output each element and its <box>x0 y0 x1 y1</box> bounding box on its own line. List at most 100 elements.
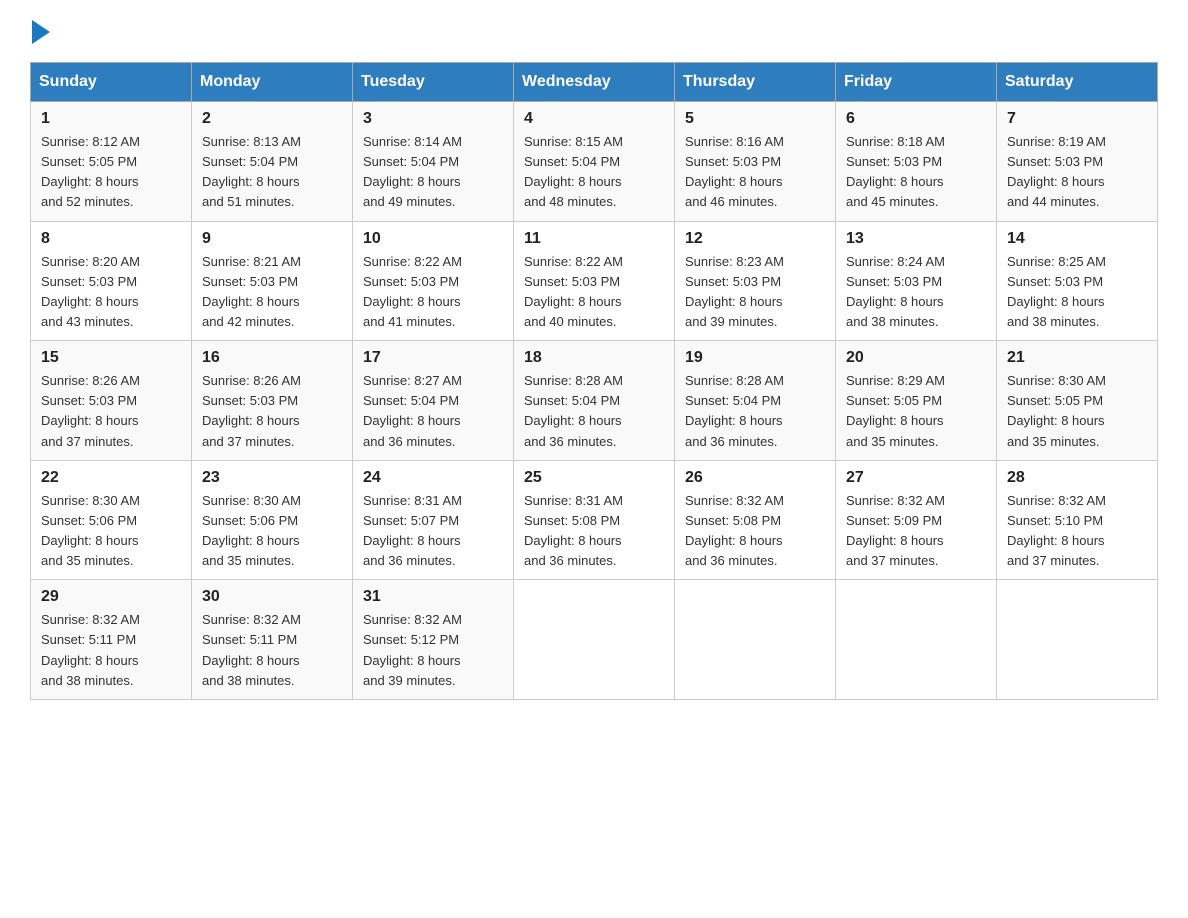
day-info: Sunrise: 8:26 AMSunset: 5:03 PMDaylight:… <box>202 373 301 448</box>
day-number: 22 <box>41 469 181 487</box>
day-info: Sunrise: 8:28 AMSunset: 5:04 PMDaylight:… <box>524 373 623 448</box>
column-header-monday: Monday <box>192 63 353 102</box>
calendar-cell: 19 Sunrise: 8:28 AMSunset: 5:04 PMDaylig… <box>675 341 836 461</box>
calendar-cell: 10 Sunrise: 8:22 AMSunset: 5:03 PMDaylig… <box>353 221 514 341</box>
day-info: Sunrise: 8:28 AMSunset: 5:04 PMDaylight:… <box>685 373 784 448</box>
calendar-cell: 5 Sunrise: 8:16 AMSunset: 5:03 PMDayligh… <box>675 102 836 222</box>
day-number: 28 <box>1007 469 1147 487</box>
calendar-cell: 22 Sunrise: 8:30 AMSunset: 5:06 PMDaylig… <box>31 460 192 580</box>
logo-arrow-icon <box>32 20 50 44</box>
calendar-cell: 23 Sunrise: 8:30 AMSunset: 5:06 PMDaylig… <box>192 460 353 580</box>
calendar-week-row: 8 Sunrise: 8:20 AMSunset: 5:03 PMDayligh… <box>31 221 1158 341</box>
calendar-cell: 14 Sunrise: 8:25 AMSunset: 5:03 PMDaylig… <box>997 221 1158 341</box>
calendar-cell: 8 Sunrise: 8:20 AMSunset: 5:03 PMDayligh… <box>31 221 192 341</box>
column-header-wednesday: Wednesday <box>514 63 675 102</box>
calendar-cell: 3 Sunrise: 8:14 AMSunset: 5:04 PMDayligh… <box>353 102 514 222</box>
calendar-cell: 26 Sunrise: 8:32 AMSunset: 5:08 PMDaylig… <box>675 460 836 580</box>
day-number: 23 <box>202 469 342 487</box>
day-number: 18 <box>524 349 664 367</box>
calendar-cell: 20 Sunrise: 8:29 AMSunset: 5:05 PMDaylig… <box>836 341 997 461</box>
day-number: 14 <box>1007 230 1147 248</box>
day-info: Sunrise: 8:23 AMSunset: 5:03 PMDaylight:… <box>685 254 784 329</box>
day-number: 11 <box>524 230 664 248</box>
day-info: Sunrise: 8:18 AMSunset: 5:03 PMDaylight:… <box>846 134 945 209</box>
calendar-table: SundayMondayTuesdayWednesdayThursdayFrid… <box>30 62 1158 700</box>
calendar-cell: 31 Sunrise: 8:32 AMSunset: 5:12 PMDaylig… <box>353 580 514 700</box>
day-info: Sunrise: 8:30 AMSunset: 5:06 PMDaylight:… <box>41 493 140 568</box>
calendar-header-row: SundayMondayTuesdayWednesdayThursdayFrid… <box>31 63 1158 102</box>
day-number: 16 <box>202 349 342 367</box>
calendar-cell: 7 Sunrise: 8:19 AMSunset: 5:03 PMDayligh… <box>997 102 1158 222</box>
calendar-week-row: 29 Sunrise: 8:32 AMSunset: 5:11 PMDaylig… <box>31 580 1158 700</box>
calendar-cell: 30 Sunrise: 8:32 AMSunset: 5:11 PMDaylig… <box>192 580 353 700</box>
day-info: Sunrise: 8:13 AMSunset: 5:04 PMDaylight:… <box>202 134 301 209</box>
day-number: 8 <box>41 230 181 248</box>
day-info: Sunrise: 8:20 AMSunset: 5:03 PMDaylight:… <box>41 254 140 329</box>
day-number: 19 <box>685 349 825 367</box>
column-header-tuesday: Tuesday <box>353 63 514 102</box>
day-info: Sunrise: 8:27 AMSunset: 5:04 PMDaylight:… <box>363 373 462 448</box>
calendar-cell: 15 Sunrise: 8:26 AMSunset: 5:03 PMDaylig… <box>31 341 192 461</box>
day-number: 15 <box>41 349 181 367</box>
day-info: Sunrise: 8:26 AMSunset: 5:03 PMDaylight:… <box>41 373 140 448</box>
day-number: 17 <box>363 349 503 367</box>
day-info: Sunrise: 8:30 AMSunset: 5:06 PMDaylight:… <box>202 493 301 568</box>
column-header-thursday: Thursday <box>675 63 836 102</box>
logo <box>30 20 50 42</box>
calendar-cell <box>997 580 1158 700</box>
calendar-cell <box>675 580 836 700</box>
calendar-cell: 11 Sunrise: 8:22 AMSunset: 5:03 PMDaylig… <box>514 221 675 341</box>
calendar-cell: 12 Sunrise: 8:23 AMSunset: 5:03 PMDaylig… <box>675 221 836 341</box>
day-info: Sunrise: 8:16 AMSunset: 5:03 PMDaylight:… <box>685 134 784 209</box>
column-header-saturday: Saturday <box>997 63 1158 102</box>
day-number: 4 <box>524 110 664 128</box>
calendar-cell: 2 Sunrise: 8:13 AMSunset: 5:04 PMDayligh… <box>192 102 353 222</box>
day-info: Sunrise: 8:31 AMSunset: 5:07 PMDaylight:… <box>363 493 462 568</box>
calendar-cell: 16 Sunrise: 8:26 AMSunset: 5:03 PMDaylig… <box>192 341 353 461</box>
calendar-cell <box>514 580 675 700</box>
day-number: 13 <box>846 230 986 248</box>
calendar-cell: 1 Sunrise: 8:12 AMSunset: 5:05 PMDayligh… <box>31 102 192 222</box>
day-number: 29 <box>41 588 181 606</box>
day-info: Sunrise: 8:32 AMSunset: 5:12 PMDaylight:… <box>363 612 462 687</box>
day-number: 3 <box>363 110 503 128</box>
day-info: Sunrise: 8:32 AMSunset: 5:11 PMDaylight:… <box>202 612 301 687</box>
calendar-cell: 21 Sunrise: 8:30 AMSunset: 5:05 PMDaylig… <box>997 341 1158 461</box>
day-info: Sunrise: 8:24 AMSunset: 5:03 PMDaylight:… <box>846 254 945 329</box>
day-info: Sunrise: 8:25 AMSunset: 5:03 PMDaylight:… <box>1007 254 1106 329</box>
day-info: Sunrise: 8:32 AMSunset: 5:10 PMDaylight:… <box>1007 493 1106 568</box>
calendar-cell: 28 Sunrise: 8:32 AMSunset: 5:10 PMDaylig… <box>997 460 1158 580</box>
calendar-cell: 24 Sunrise: 8:31 AMSunset: 5:07 PMDaylig… <box>353 460 514 580</box>
calendar-week-row: 15 Sunrise: 8:26 AMSunset: 5:03 PMDaylig… <box>31 341 1158 461</box>
column-header-friday: Friday <box>836 63 997 102</box>
day-info: Sunrise: 8:30 AMSunset: 5:05 PMDaylight:… <box>1007 373 1106 448</box>
day-number: 25 <box>524 469 664 487</box>
calendar-week-row: 1 Sunrise: 8:12 AMSunset: 5:05 PMDayligh… <box>31 102 1158 222</box>
calendar-cell: 6 Sunrise: 8:18 AMSunset: 5:03 PMDayligh… <box>836 102 997 222</box>
day-number: 9 <box>202 230 342 248</box>
day-number: 21 <box>1007 349 1147 367</box>
calendar-cell: 25 Sunrise: 8:31 AMSunset: 5:08 PMDaylig… <box>514 460 675 580</box>
day-number: 12 <box>685 230 825 248</box>
day-number: 20 <box>846 349 986 367</box>
calendar-cell: 13 Sunrise: 8:24 AMSunset: 5:03 PMDaylig… <box>836 221 997 341</box>
day-info: Sunrise: 8:14 AMSunset: 5:04 PMDaylight:… <box>363 134 462 209</box>
day-number: 2 <box>202 110 342 128</box>
day-info: Sunrise: 8:29 AMSunset: 5:05 PMDaylight:… <box>846 373 945 448</box>
day-number: 6 <box>846 110 986 128</box>
day-number: 31 <box>363 588 503 606</box>
calendar-cell: 29 Sunrise: 8:32 AMSunset: 5:11 PMDaylig… <box>31 580 192 700</box>
day-info: Sunrise: 8:19 AMSunset: 5:03 PMDaylight:… <box>1007 134 1106 209</box>
day-info: Sunrise: 8:32 AMSunset: 5:11 PMDaylight:… <box>41 612 140 687</box>
day-info: Sunrise: 8:32 AMSunset: 5:09 PMDaylight:… <box>846 493 945 568</box>
day-number: 30 <box>202 588 342 606</box>
page-header <box>30 20 1158 42</box>
calendar-cell: 9 Sunrise: 8:21 AMSunset: 5:03 PMDayligh… <box>192 221 353 341</box>
day-number: 26 <box>685 469 825 487</box>
calendar-cell: 17 Sunrise: 8:27 AMSunset: 5:04 PMDaylig… <box>353 341 514 461</box>
day-info: Sunrise: 8:21 AMSunset: 5:03 PMDaylight:… <box>202 254 301 329</box>
day-info: Sunrise: 8:15 AMSunset: 5:04 PMDaylight:… <box>524 134 623 209</box>
calendar-cell: 4 Sunrise: 8:15 AMSunset: 5:04 PMDayligh… <box>514 102 675 222</box>
day-info: Sunrise: 8:12 AMSunset: 5:05 PMDaylight:… <box>41 134 140 209</box>
day-number: 7 <box>1007 110 1147 128</box>
